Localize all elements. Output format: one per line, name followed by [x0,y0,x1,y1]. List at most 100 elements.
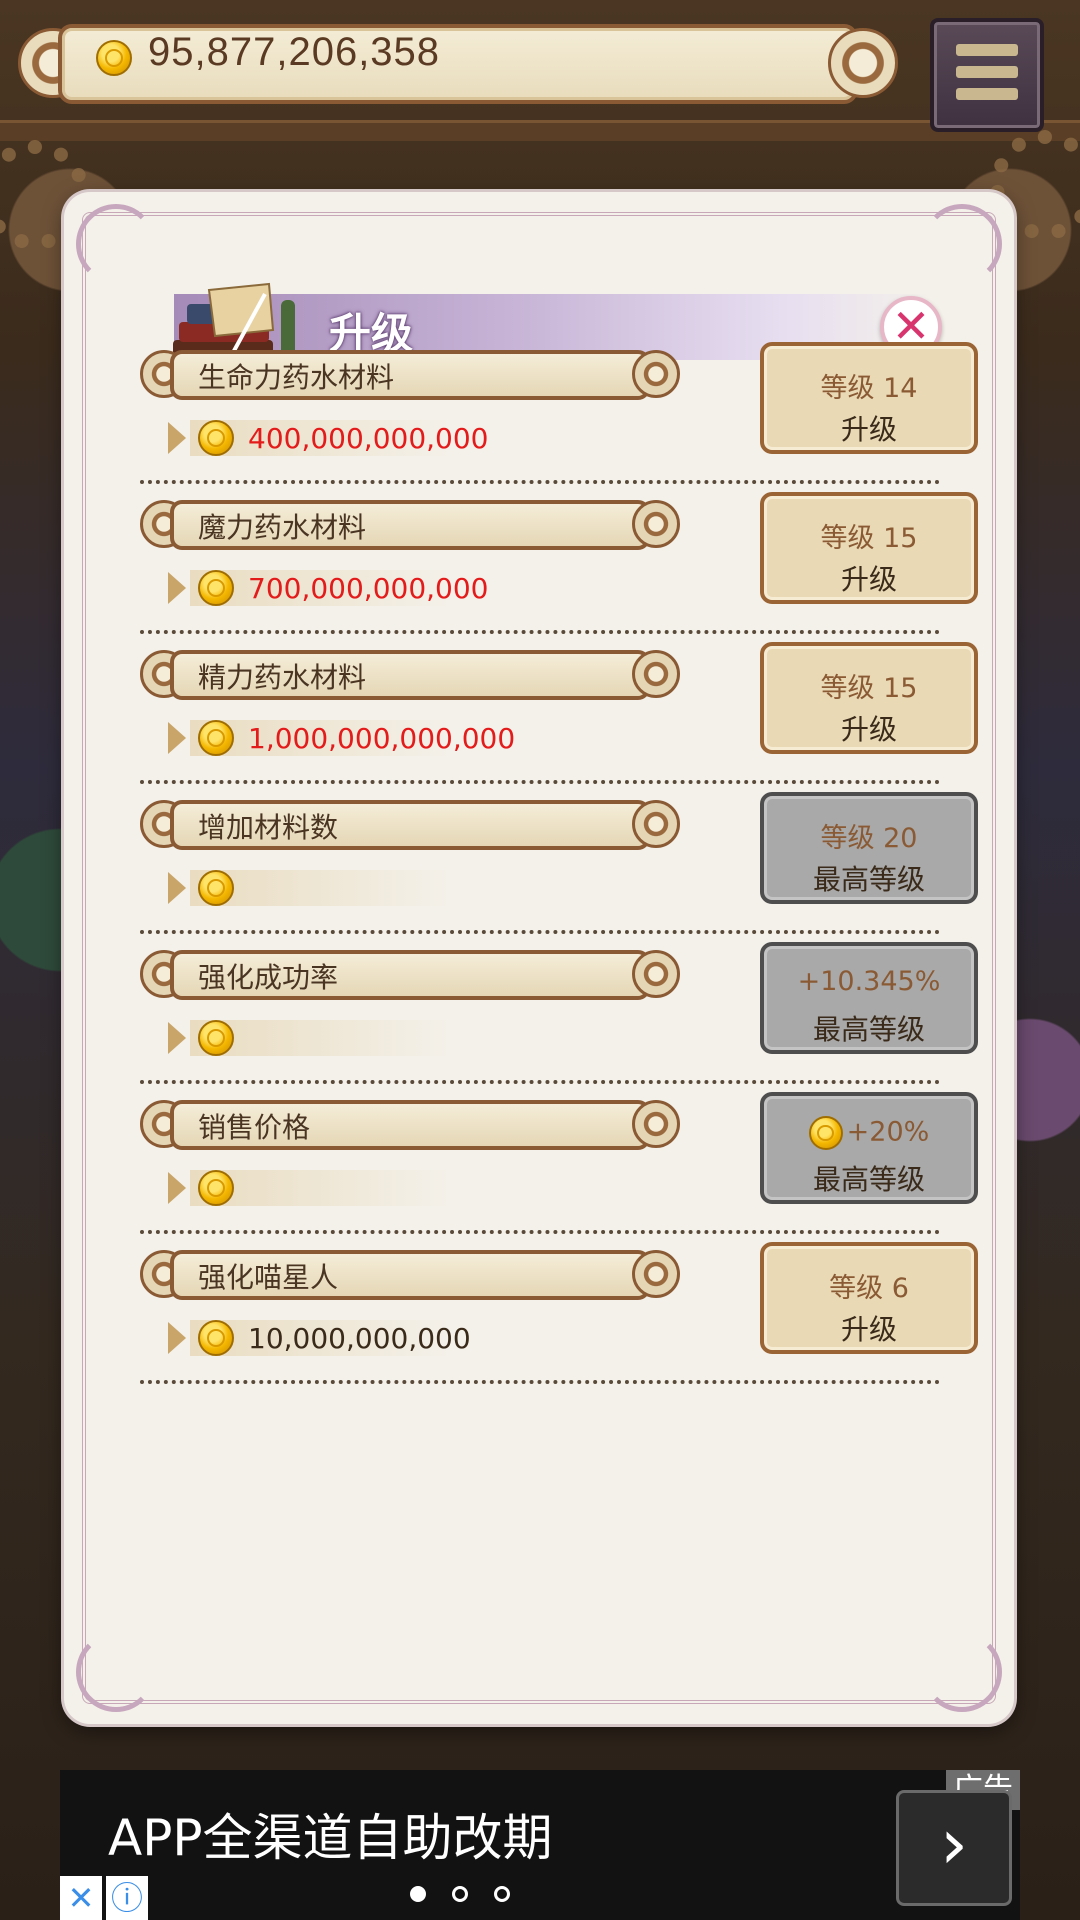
upgrade-name: 增加材料数 [198,811,339,844]
upgrade-row: 生命力药水材料 400,000,000,000 等级 14 升级 [140,342,978,494]
page-dot[interactable] [410,1886,426,1902]
ad-close-button[interactable]: ✕ [60,1876,102,1920]
upgrade-row: 强化成功率 +10.345% 最高等级 [140,942,978,1094]
page-dot[interactable] [494,1886,510,1902]
hamburger-menu-icon [956,44,1018,56]
dotted-divider [140,1230,940,1234]
menu-button[interactable] [930,18,1044,132]
dotted-divider [140,780,940,784]
dotted-divider [140,1380,940,1384]
ad-open-button[interactable]: › [896,1790,1012,1906]
gold-coin-icon [198,420,234,456]
button-label: 升级 [840,713,897,746]
triangle-pointer-icon [168,572,186,604]
upgrade-cost: 1,000,000,000,000 [248,722,516,755]
triangle-pointer-icon [168,422,186,454]
button-label: 最高等级 [812,1013,925,1046]
upgrade-name: 强化喵星人 [198,1261,339,1294]
button-label: 升级 [840,563,897,596]
ad-banner[interactable]: APP全渠道自助改期 广告 › ✕ ⓘ [60,1770,1020,1920]
plate-ornament [632,800,680,848]
gold-coin-icon [808,1116,843,1150]
upgrade-name: 精力药水材料 [198,661,367,694]
upgrade-name: 魔力药水材料 [198,511,367,544]
dotted-divider [140,630,940,634]
corner-flourish [922,1632,1002,1712]
gold-coin-icon [198,1020,234,1056]
level-text: 等级 14 [820,373,918,404]
upgrade-cost-row [168,1166,588,1210]
upgrade-cost: 400,000,000,000 [248,422,489,455]
corner-flourish [76,204,156,284]
gold-coin-icon [198,570,234,606]
upgrade-cost-row [168,866,588,910]
upgrade-row: 增加材料数 等级 20 最高等级 [140,792,978,944]
shelf [0,120,1080,141]
level-text: 等级 15 [820,673,918,704]
upgrade-cost: 700,000,000,000 [248,572,489,605]
upgrade-cost-row: 1,000,000,000,000 [168,716,588,760]
plate-ornament [632,500,680,548]
max-level-button[interactable]: +10.345% 最高等级 [760,942,978,1054]
upgrade-cost-row: 400,000,000,000 [168,416,588,460]
upgrade-name-plate: 增加材料数 [140,794,680,856]
upgrade-cost-row: 10,000,000,000 [168,1316,588,1360]
level-text: 等级 6 [829,1273,909,1304]
upgrade-dialog: 升级 ✕ 生命力药水材料 400,000,000,000 等级 14 升级 魔力… [64,192,1014,1724]
corner-flourish [922,204,1002,284]
upgrade-name-plate: 精力药水材料 [140,644,680,706]
scroll-curl-right [828,28,898,98]
info-icon: ⓘ [110,1879,143,1917]
plate-ornament [632,350,680,398]
gold-coin-icon [198,1320,234,1356]
upgrade-button[interactable]: 等级 15 升级 [760,492,978,604]
upgrade-button[interactable]: 等级 15 升级 [760,642,978,754]
level-text: +20% [846,1116,930,1148]
coin-balance-bar: 95,877,206,358 [18,18,898,104]
page-dot[interactable] [452,1886,468,1902]
upgrade-row: 精力药水材料 1,000,000,000,000 等级 15 升级 [140,642,978,794]
upgrade-name-plate: 强化喵星人 [140,1244,680,1306]
button-label: 最高等级 [812,863,925,896]
button-label: 升级 [840,1313,897,1346]
upgrade-cost-row [168,1016,588,1060]
plate-ornament [632,650,680,698]
triangle-pointer-icon [168,722,186,754]
upgrade-row: 魔力药水材料 700,000,000,000 等级 15 升级 [140,492,978,644]
gold-coin-icon [198,720,234,756]
coin-balance-value: 95,877,206,358 [148,30,441,74]
upgrade-cost-row: 700,000,000,000 [168,566,588,610]
plate-ornament [632,950,680,998]
upgrade-name: 强化成功率 [198,961,339,994]
triangle-pointer-icon [168,872,186,904]
upgrade-button[interactable]: 等级 6 升级 [760,1242,978,1354]
triangle-pointer-icon [168,1172,186,1204]
max-level-button[interactable]: 等级 20 最高等级 [760,792,978,904]
upgrade-name-plate: 强化成功率 [140,944,680,1006]
level-text: +10.345% [797,966,941,997]
max-level-button[interactable]: +20% 最高等级 [760,1092,978,1204]
plate-ornament [632,1250,680,1298]
upgrade-button[interactable]: 等级 14 升级 [760,342,978,454]
gold-coin-icon [198,1170,234,1206]
ad-headline[interactable]: APP全渠道自助改期 [108,1798,553,1870]
triangle-pointer-icon [168,1322,186,1354]
upgrade-name-plate: 生命力药水材料 [140,344,680,406]
triangle-pointer-icon [168,1022,186,1054]
gold-coin-icon [96,40,132,76]
plate-ornament [632,1100,680,1148]
gold-coin-icon [198,870,234,906]
upgrade-name-plate: 销售价格 [140,1094,680,1156]
upgrade-cost: 10,000,000,000 [248,1322,471,1355]
dotted-divider [140,1080,940,1084]
chevron-right-icon: › [940,1803,968,1885]
dotted-divider [140,480,940,484]
level-text: 等级 15 [820,523,918,554]
upgrade-name: 生命力药水材料 [198,361,395,394]
close-icon: ✕ [67,1879,95,1917]
ad-info-button[interactable]: ⓘ [106,1876,148,1920]
corner-flourish [76,1632,156,1712]
upgrade-row: 销售价格 +20% 最高等级 [140,1092,978,1244]
dotted-divider [140,930,940,934]
upgrade-name-plate: 魔力药水材料 [140,494,680,556]
